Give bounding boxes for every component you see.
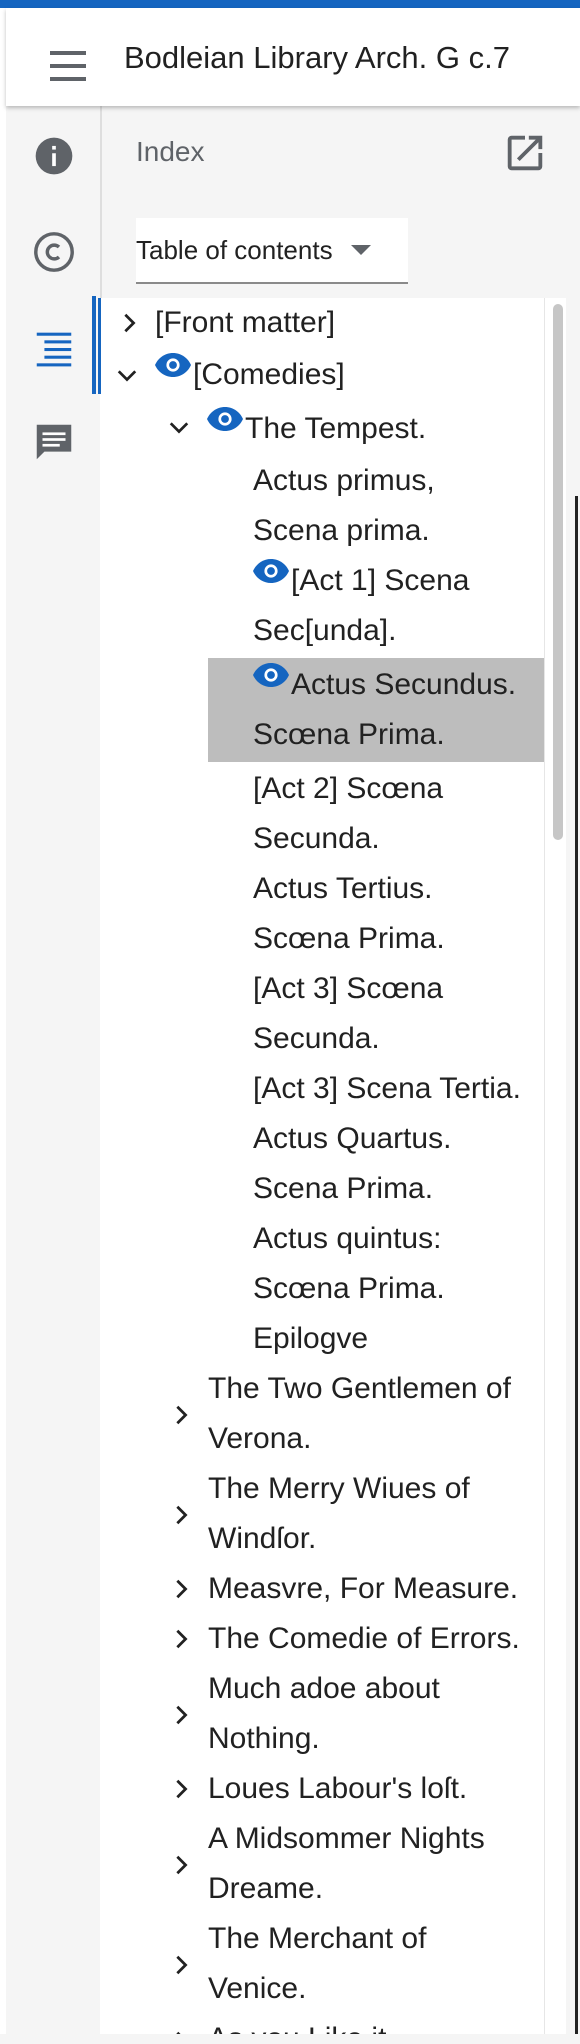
caret-down-icon bbox=[350, 245, 371, 255]
active-tab-indicator bbox=[92, 296, 96, 394]
toc-item-scene[interactable]: Actus quintus: Scœna Prima. bbox=[253, 1214, 513, 1314]
chevron-right-icon[interactable] bbox=[170, 1504, 192, 1526]
chevron-right-icon[interactable] bbox=[170, 1854, 192, 1876]
chevron-right-icon[interactable] bbox=[170, 1778, 192, 1800]
toc-item-front-matter[interactable]: [Front matter] bbox=[155, 298, 335, 348]
chevron-right-icon[interactable] bbox=[170, 1578, 192, 1600]
chevron-right-icon[interactable] bbox=[170, 1404, 192, 1426]
rights-button[interactable] bbox=[28, 226, 80, 278]
bottom-edge bbox=[0, 2034, 580, 2044]
toc-item-play[interactable]: As you Like it. bbox=[208, 2014, 395, 2034]
menu-icon-bar bbox=[50, 77, 86, 81]
toc-item-label: Actus Secundus. Scœna Prima. bbox=[253, 668, 517, 751]
menu-icon-bar bbox=[50, 51, 86, 55]
toc-item-play[interactable]: Much adoe about Nothing. bbox=[208, 1664, 488, 1764]
toc-item-scene[interactable]: Actus Quartus. Scena Prima. bbox=[253, 1114, 513, 1214]
toc-item-scene[interactable]: [Act 2] Scœna Secunda. bbox=[253, 764, 513, 864]
chevron-right-icon[interactable] bbox=[170, 1704, 192, 1726]
info-icon bbox=[35, 137, 73, 175]
toc-item-play[interactable]: The Merchant of Venice. bbox=[208, 1914, 488, 2014]
toc-item-play[interactable]: The Two Gentlemen of Verona. bbox=[208, 1364, 538, 1464]
chevron-right-icon[interactable] bbox=[118, 312, 140, 334]
top-accent-bar bbox=[0, 0, 580, 8]
toc-item-scene-selected[interactable]: Actus Secundus. Scœna Prima. bbox=[253, 660, 543, 760]
toc-item-play[interactable]: A Midsommer Nights Dreame. bbox=[208, 1814, 518, 1914]
chevron-right-icon[interactable] bbox=[170, 1954, 192, 1976]
toc-item-play[interactable]: The Comedie of Errors. bbox=[208, 1614, 520, 1664]
toc-select[interactable]: Table of contents bbox=[136, 218, 408, 284]
chevron-right-icon[interactable] bbox=[170, 1628, 192, 1650]
chevron-down-icon[interactable] bbox=[116, 364, 138, 386]
eye-icon bbox=[253, 559, 289, 583]
toc-item-play[interactable]: The Merry Wiues of Windſor. bbox=[208, 1464, 508, 1564]
chevron-down-icon[interactable] bbox=[168, 416, 190, 438]
comment-icon bbox=[36, 424, 72, 460]
panel-title: Index bbox=[136, 136, 205, 167]
toc-clip: As you Like it. bbox=[100, 2012, 544, 2034]
info-button[interactable] bbox=[28, 130, 80, 182]
toc-item-scene[interactable]: [Act 1] Scena Sec[unda]. bbox=[253, 556, 513, 656]
toc-item-label: The Tempest. bbox=[245, 412, 427, 445]
toc-icon bbox=[36, 332, 72, 367]
toc-item-tempest[interactable]: The Tempest. bbox=[207, 404, 426, 454]
tree-active-edge bbox=[98, 298, 101, 394]
toc-item-comedies[interactable]: [Comedies] bbox=[155, 350, 345, 400]
toc-item-scene[interactable]: Actus Tertius. Scœna Prima. bbox=[253, 864, 513, 964]
window-edge-line bbox=[575, 496, 578, 2044]
toc-item-scene[interactable]: [Act 3] Scena Tertia. bbox=[253, 1064, 521, 1114]
sidebar-rail bbox=[6, 106, 102, 2044]
scrollbar-thumb[interactable] bbox=[553, 304, 563, 840]
menu-icon-bar bbox=[50, 64, 86, 68]
toc-button[interactable] bbox=[28, 322, 80, 374]
toc-item-play[interactable]: Measvre, For Measure. bbox=[208, 1564, 518, 1614]
eye-icon bbox=[253, 663, 289, 687]
toc-item-label: [Comedies] bbox=[193, 358, 345, 391]
eye-icon bbox=[155, 353, 191, 377]
toc-item-scene[interactable]: Epilogve bbox=[253, 1314, 368, 1364]
open-in-new-icon bbox=[507, 135, 543, 171]
annotations-button[interactable] bbox=[28, 416, 80, 468]
app-title: Bodleian Library Arch. G c.7 bbox=[124, 40, 510, 75]
toc-item-play[interactable]: Loues Labour's loſt. bbox=[208, 1764, 467, 1814]
toc-item-scene[interactable]: Actus primus, Scena prima. bbox=[253, 456, 513, 556]
copyright-icon bbox=[34, 232, 74, 272]
toc-item-scene[interactable]: [Act 3] Scœna Secunda. bbox=[253, 964, 513, 1064]
menu-button[interactable] bbox=[42, 44, 94, 88]
open-in-new-button[interactable] bbox=[502, 130, 548, 176]
app-header: Bodleian Library Arch. G c.7 bbox=[6, 8, 580, 106]
toc-select-label: Table of contents bbox=[136, 234, 333, 265]
eye-icon bbox=[207, 407, 243, 431]
